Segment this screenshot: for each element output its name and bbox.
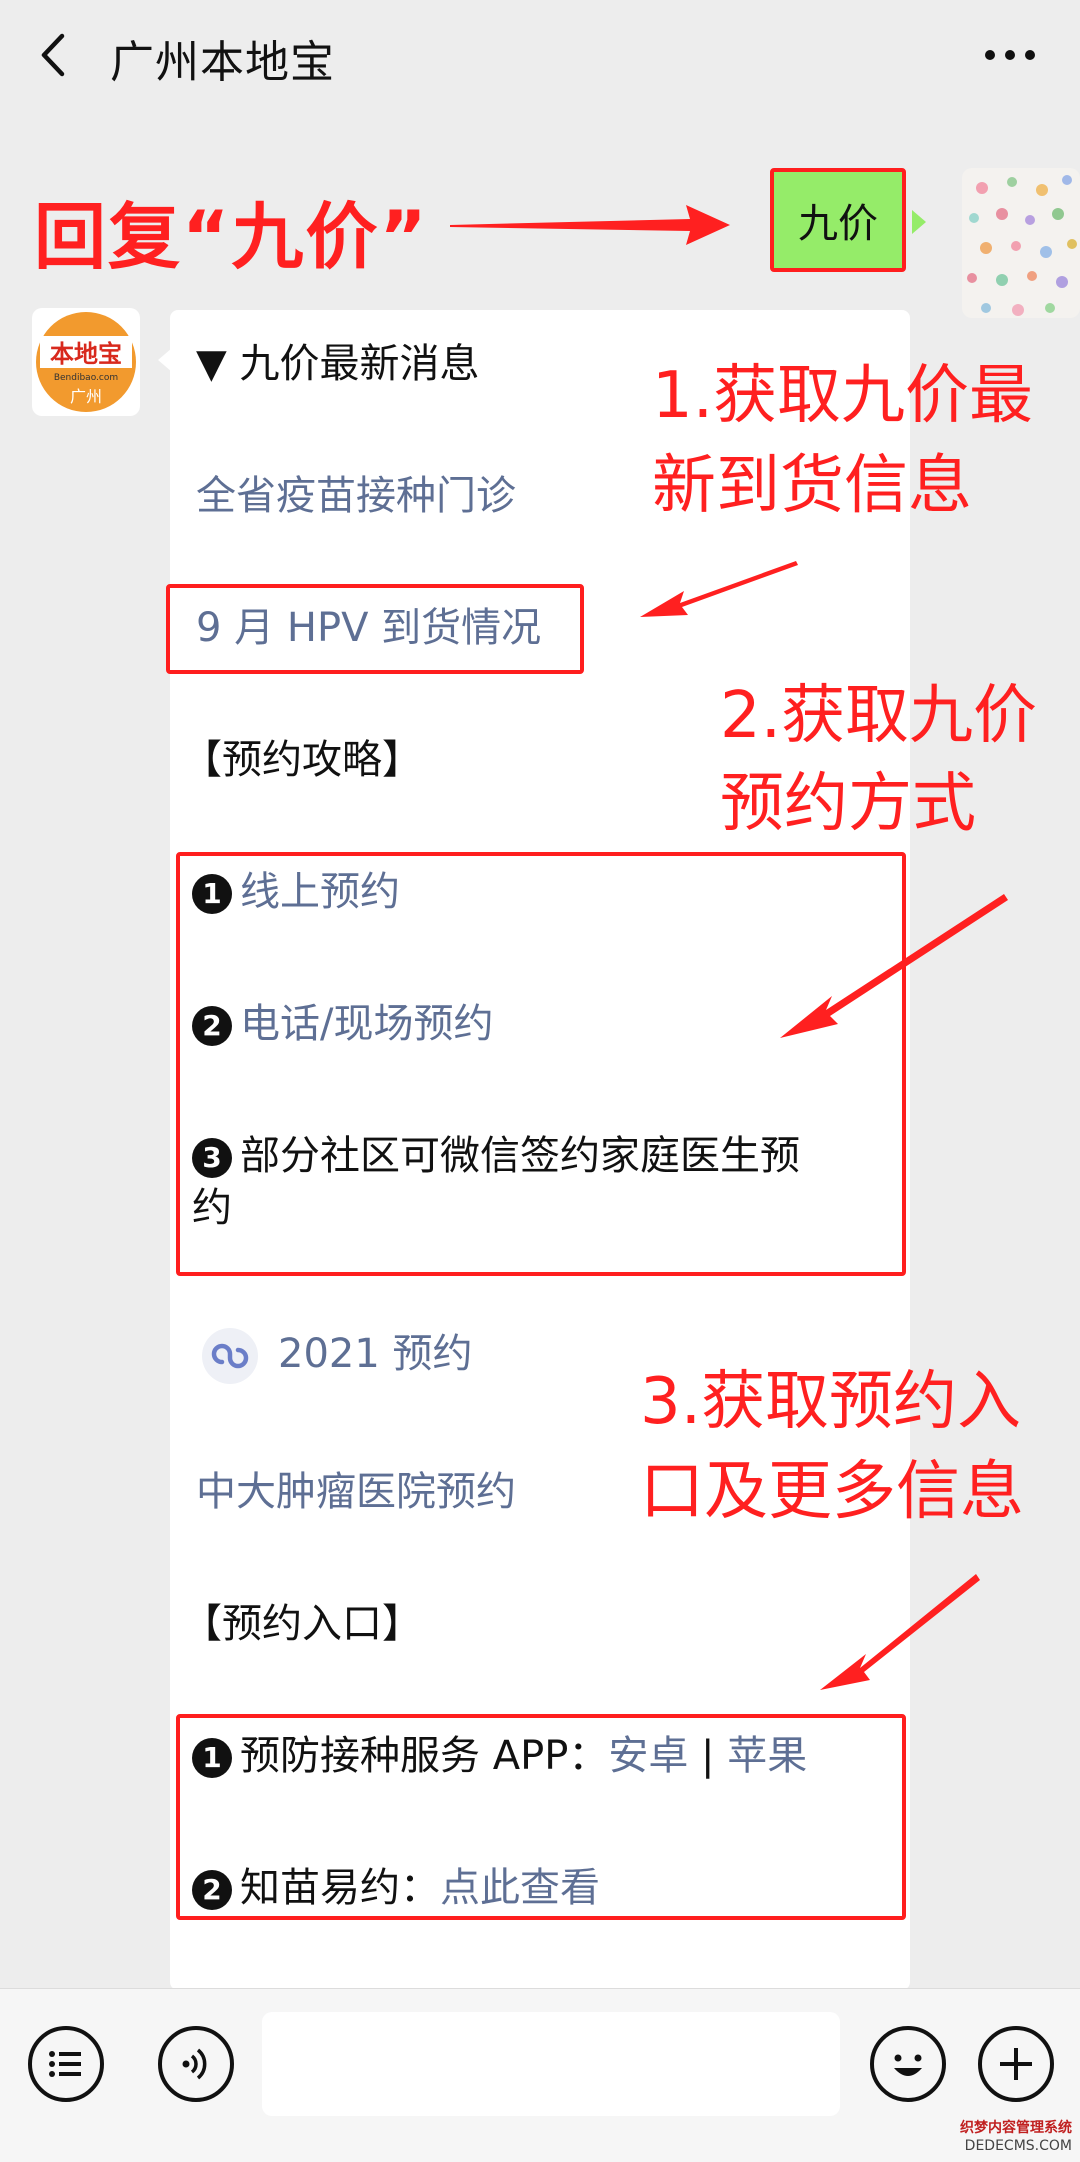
message-input[interactable] <box>262 2012 840 2116</box>
polka-dot-avatar-icon <box>967 175 1077 316</box>
link-hpv-arrival[interactable]: 9 月 HPV 到货情况 <box>196 602 541 654</box>
annotation-arrow-icon <box>780 894 1008 1038</box>
annotation-3-line2: 口及更多信息 <box>640 1455 1024 1529</box>
section-booking-guide: 【预约攻略】 <box>182 737 422 783</box>
watermark-en: DEDECMS.COM <box>964 2138 1072 2154</box>
voice-icon <box>182 2048 207 2080</box>
add-button[interactable] <box>978 2026 1054 2102</box>
chat-title: 广州本地宝 <box>110 37 335 88</box>
annotation-1-line1: 1.获取九价最 <box>652 359 1034 433</box>
watermark: 织梦内容管理系统 DEDECMS.COM <box>960 2119 1072 2155</box>
bot-avatar[interactable]: 本地宝 Bendibao.com 广州 <box>32 308 140 416</box>
guide-item-community: 3 部分社区可微信签约家庭医生预 <box>192 1130 800 1182</box>
entry-app-label: 预防接种服务 APP： <box>240 1733 609 1779</box>
menu-list-button[interactable] <box>28 2026 104 2102</box>
guide-item-community-text: 部分社区可微信签约家庭医生预 <box>240 1133 800 1179</box>
link-cancer-hospital[interactable]: 中大肿瘤医院预约 <box>196 1466 516 1518</box>
annotation-2-line2: 预约方式 <box>720 767 976 841</box>
card-heading: ▼ 九价最新消息 <box>196 341 480 387</box>
bendibao-logo-icon: 本地宝 Bendibao.com 广州 <box>36 312 136 412</box>
link-view-here[interactable]: 点此查看 <box>440 1865 600 1911</box>
link-ios[interactable]: 苹果 <box>727 1733 807 1779</box>
more-options-icon[interactable] <box>980 30 1040 80</box>
entry-item-zhimiao: 2 知苗易约：点此查看 <box>192 1862 600 1914</box>
number-badge: 3 <box>192 1138 232 1178</box>
number-badge: 1 <box>192 1738 232 1778</box>
chat-header: 广州本地宝 <box>0 0 1080 112</box>
link-phone-booking[interactable]: 电话/现场预约 <box>240 1001 493 1047</box>
separator: | <box>688 1733 728 1779</box>
user-avatar[interactable] <box>962 168 1080 318</box>
annotation-arrow-icon <box>640 561 798 617</box>
entry-zhimiao-label: 知苗易约： <box>240 1865 440 1911</box>
link-online-booking[interactable]: 线上预约 <box>240 869 400 915</box>
link-vaccine-clinics[interactable]: 全省疫苗接种门诊 <box>196 470 516 522</box>
guide-item-phone: 2 电话/现场预约 <box>192 998 493 1050</box>
annotation-arrow-icon <box>450 205 730 245</box>
plus-icon <box>1000 2048 1032 2080</box>
list-icon <box>49 2051 81 2077</box>
number-badge: 2 <box>192 1006 232 1046</box>
svg-text:Bendibao.com: Bendibao.com <box>54 373 118 383</box>
annotation-reply: 回复“九价” <box>34 195 429 279</box>
number-badge: 1 <box>192 874 232 914</box>
section-booking-entry: 【预约入口】 <box>182 1601 422 1647</box>
voice-button[interactable] <box>158 2026 234 2102</box>
link-android[interactable]: 安卓 <box>608 1733 688 1779</box>
watermark-cn: 织梦内容管理系统 <box>960 2120 1072 2136</box>
svg-text:广州: 广州 <box>70 387 102 406</box>
user-message-text: 九价 <box>798 201 878 247</box>
annotation-1-line2: 新到货信息 <box>652 449 972 523</box>
annotation-arrow-icon <box>820 1574 980 1690</box>
number-badge: 2 <box>192 1870 232 1910</box>
back-arrow-icon[interactable] <box>30 30 80 80</box>
user-message-bubble[interactable]: 九价 <box>770 168 906 272</box>
guide-item-community-wrap: 约 <box>192 1185 232 1231</box>
emoji-button[interactable] <box>870 2026 946 2102</box>
guide-item-online: 1 线上预约 <box>192 866 400 918</box>
annotation-3-line1: 3.获取预约入 <box>640 1365 1022 1439</box>
annotation-2-line1: 2.获取九价 <box>720 679 1038 753</box>
bubble-tail <box>912 210 926 234</box>
miniprogram-icon <box>202 1328 258 1384</box>
miniprogram-label: 2021 预约 <box>278 1331 473 1377</box>
entry-item-app: 1 预防接种服务 APP：安卓 | 苹果 <box>192 1730 807 1782</box>
svg-text:本地宝: 本地宝 <box>50 340 122 368</box>
miniprogram-link[interactable]: 2021 预约 <box>202 1328 473 1384</box>
smiley-icon <box>894 2054 922 2076</box>
